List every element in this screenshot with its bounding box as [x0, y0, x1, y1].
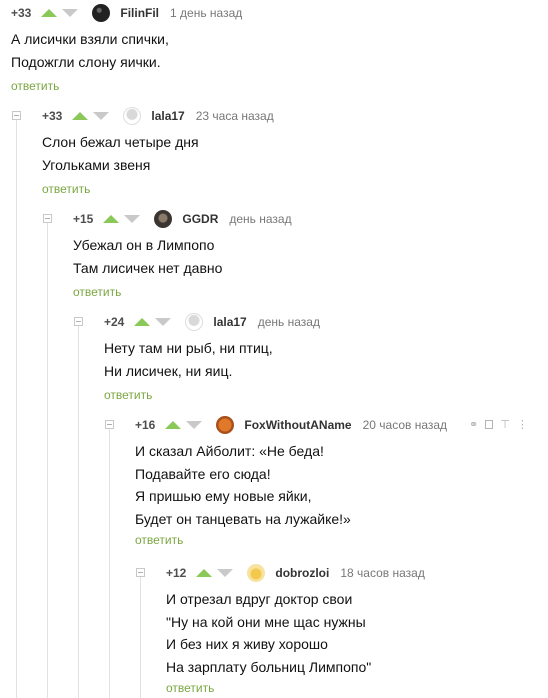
- comment-line: Там лисичек нет давно: [73, 259, 223, 276]
- comment-text: Слон бежал четыре дня Угольками звеня: [42, 131, 199, 176]
- comment-line: Убежал он в Лимпопо: [73, 237, 215, 253]
- thread-line[interactable]: [109, 429, 110, 698]
- comment-rating: +33: [42, 109, 63, 123]
- vote-down-icon[interactable]: [217, 569, 234, 577]
- comment-line: И без них я живу хорошо: [166, 636, 328, 652]
- comment-line: Будет он танцевать на лужайке!»: [135, 510, 351, 527]
- comment-author[interactable]: FoxWithoutAName: [244, 418, 351, 432]
- comment-line: "Ну на кой они мне щас нужны: [166, 613, 366, 630]
- vote-up-icon[interactable]: [134, 318, 151, 326]
- comment-line: На зарплату больниц Лимпопо": [166, 658, 372, 675]
- vote-up-icon[interactable]: [103, 215, 120, 223]
- comment-rating: +12: [166, 566, 187, 580]
- comment-author[interactable]: dobrozloi: [275, 566, 329, 580]
- comment-rating: +16: [135, 418, 156, 432]
- comment-line: Нету там ни рыб, ни птиц,: [104, 340, 273, 356]
- comment-time[interactable]: 1 день назад: [170, 6, 242, 20]
- comment-header: +33 lala17 23 часа назад: [42, 106, 274, 126]
- comment-line: Ни лисичек, ни яиц.: [104, 362, 233, 379]
- vote-up-icon[interactable]: [72, 112, 89, 120]
- vote-down-icon[interactable]: [62, 9, 79, 17]
- comment-header: +15 GGDR день назад: [73, 209, 292, 229]
- reply-link[interactable]: ответить: [166, 681, 214, 695]
- vote-down-icon[interactable]: [93, 112, 110, 120]
- comment-header: +12 dobrozloi 18 часов назад: [166, 563, 425, 583]
- comment-rating: +15: [73, 212, 94, 226]
- comment-text: И отрезал вдруг доктор свои "Ну на кой о…: [166, 588, 371, 678]
- vote-down-icon[interactable]: [124, 215, 141, 223]
- comment-header: +16 FoxWithoutAName 20 часов назад: [135, 415, 447, 435]
- comment-line: Я пришью ему новые яйки,: [135, 488, 312, 504]
- comment-header: +33 FilinFil 1 день назад: [11, 3, 242, 23]
- comment-author[interactable]: lala17: [213, 315, 246, 329]
- collapse-thread-button[interactable]: [105, 420, 114, 429]
- vote-up-icon[interactable]: [196, 569, 213, 577]
- reply-link[interactable]: ответить: [135, 533, 183, 547]
- comment-line: Подавайте его сюда!: [135, 465, 271, 482]
- comment-author[interactable]: FilinFil: [120, 6, 159, 20]
- comment-line: А лисички взяли спички,: [11, 31, 169, 47]
- more-icon[interactable]: ⋮: [517, 418, 528, 431]
- comment-line: Слон бежал четыре дня: [42, 134, 199, 150]
- comment-text: И сказал Айболит: «Не беда! Подавайте ег…: [135, 440, 351, 530]
- comment-time[interactable]: день назад: [258, 315, 320, 329]
- thread-line[interactable]: [16, 120, 17, 698]
- comment-text: Убежал он в Лимпопо Там лисичек нет давн…: [73, 234, 222, 279]
- save-icon[interactable]: [485, 420, 494, 429]
- vote-up-icon[interactable]: [165, 421, 182, 429]
- avatar[interactable]: [123, 107, 142, 125]
- vote-down-icon[interactable]: [155, 318, 172, 326]
- collapse-thread-button[interactable]: [12, 111, 21, 120]
- comment-text: Нету там ни рыб, ни птиц, Ни лисичек, ни…: [104, 337, 273, 382]
- thread-line[interactable]: [140, 577, 141, 698]
- comment-line: Подожгли слону яички.: [11, 53, 161, 70]
- avatar[interactable]: [92, 4, 111, 22]
- reply-link[interactable]: ответить: [11, 79, 59, 93]
- collapse-thread-button[interactable]: [43, 214, 52, 223]
- comment-author[interactable]: GGDR: [182, 212, 218, 226]
- collapse-thread-button[interactable]: [74, 317, 83, 326]
- comment-line: И отрезал вдруг доктор свои: [166, 591, 353, 607]
- collapse-thread-button[interactable]: [136, 568, 145, 577]
- comment-text: А лисички взяли спички, Подожгли слону я…: [11, 28, 169, 73]
- avatar[interactable]: [154, 210, 173, 228]
- comment-tools: ⚭ ⊤ ⋮: [469, 418, 528, 431]
- reply-link[interactable]: ответить: [42, 182, 90, 196]
- comment-time[interactable]: 20 часов назад: [363, 418, 447, 432]
- reply-link[interactable]: ответить: [73, 285, 121, 299]
- vote-up-icon[interactable]: [41, 9, 58, 17]
- thread-line[interactable]: [78, 326, 79, 698]
- comment-line: Угольками звеня: [42, 156, 151, 173]
- comment-time[interactable]: день назад: [229, 212, 291, 226]
- pin-icon[interactable]: ⊤: [500, 418, 510, 431]
- comment-author[interactable]: lala17: [151, 109, 184, 123]
- comment-header: +24 lala17 день назад: [104, 312, 320, 332]
- comment-rating: +33: [11, 6, 32, 20]
- comment-rating: +24: [104, 315, 125, 329]
- avatar[interactable]: [216, 416, 235, 434]
- thread-line[interactable]: [47, 223, 48, 698]
- link-icon[interactable]: ⚭: [469, 418, 478, 431]
- comment-time[interactable]: 23 часа назад: [196, 109, 274, 123]
- reply-link[interactable]: ответить: [104, 388, 152, 402]
- vote-down-icon[interactable]: [186, 421, 203, 429]
- avatar[interactable]: [247, 564, 266, 582]
- avatar[interactable]: [185, 313, 204, 331]
- comment-time[interactable]: 18 часов назад: [340, 566, 424, 580]
- comment-line: И сказал Айболит: «Не беда!: [135, 443, 324, 459]
